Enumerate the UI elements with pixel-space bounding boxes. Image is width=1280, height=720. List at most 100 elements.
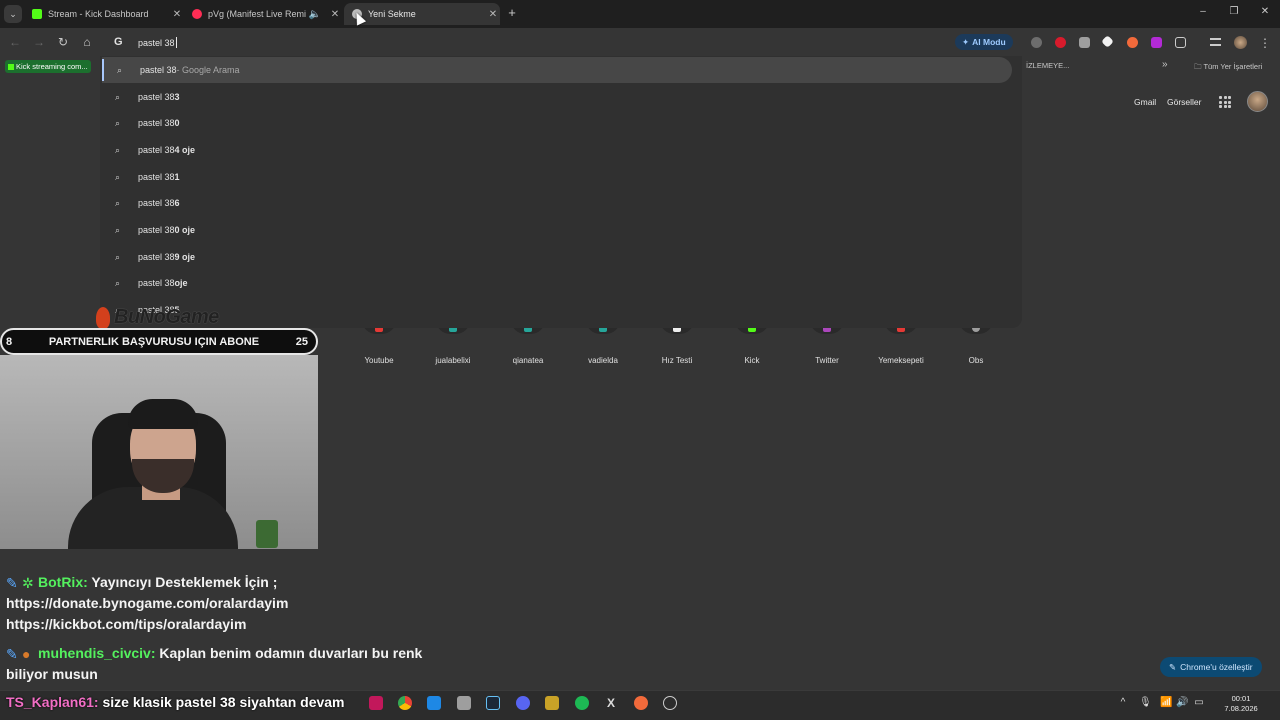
extension-icon[interactable] [1151, 37, 1162, 48]
tab-search-button[interactable]: ⌄ [4, 5, 22, 23]
suggestion-item[interactable]: ⌕ pastel 38 0 [100, 110, 1022, 136]
close-icon[interactable]: ✕ [328, 9, 342, 20]
search-icon: ⌕ [115, 145, 121, 155]
omnibox-input[interactable]: pastel 38 [138, 37, 177, 48]
search-icon: ⌕ [115, 252, 121, 262]
suggestion-item[interactable]: ⌕ pastel 38 0 oje [100, 217, 1022, 243]
music-icon [192, 9, 202, 19]
discord-icon[interactable] [516, 696, 530, 710]
gmail-link[interactable]: Gmail [1134, 97, 1156, 107]
suggestion-item[interactable]: ⌕ pastel 38 9 oje [100, 244, 1022, 270]
app-icon[interactable] [457, 696, 471, 710]
volume-icon[interactable]: 🔊 [1176, 697, 1188, 709]
wifi-icon[interactable]: 📶 [1160, 697, 1172, 709]
goal-message: PARTNERLIK BAŞVURUSU IÇIN ABONE [48, 335, 260, 348]
close-window-button[interactable]: ✕ [1258, 6, 1272, 17]
steam-icon[interactable] [486, 696, 500, 710]
chat-username: muhendis_civciv: [38, 645, 156, 661]
search-icon: ⌕ [115, 198, 121, 208]
ai-mode-button[interactable]: ✦ AI Modu [955, 34, 1013, 50]
suggestion-text: pastel 38 [138, 225, 175, 235]
shortcut-label: jualabelixi [435, 356, 471, 365]
profile-avatar-icon[interactable] [1234, 36, 1247, 49]
bookmark-kick[interactable]: Kick streaming com... [5, 60, 91, 73]
puzzle-icon[interactable] [1175, 37, 1186, 48]
restore-button[interactable]: ❐ [1227, 6, 1241, 17]
bookmarks-overflow-button[interactable]: » [1162, 59, 1168, 70]
chat-text: size klasik pastel 38 siyahtan devam [98, 694, 345, 710]
menu-dots-icon[interactable]: ⋮ [1257, 35, 1273, 51]
close-icon[interactable]: ✕ [170, 9, 184, 20]
suggestion-item[interactable]: ⌕ pastel 38 - Google Arama [102, 57, 1012, 83]
search-icon: ⌕ [117, 65, 123, 75]
partner-goal-bar: 8 PARTNERLIK BAŞVURUSU IÇIN ABONE 25 [0, 328, 318, 355]
extension-icon[interactable] [1079, 37, 1090, 48]
tray-expand-icon[interactable]: ^ [1117, 697, 1129, 709]
clock-time: 00:01 [1231, 694, 1251, 703]
extension-icon[interactable] [1127, 37, 1138, 48]
suggestion-completion: 1 [174, 172, 180, 182]
extension-icon[interactable] [1031, 37, 1042, 48]
extension-icon[interactable] [1101, 35, 1114, 48]
spotify-icon[interactable] [575, 696, 589, 710]
reading-list-icon[interactable] [1210, 38, 1221, 46]
tab-music[interactable]: pVg (Manifest Live Remix) | 🔈 ✕ [184, 3, 342, 25]
google-apps-icon[interactable] [1219, 96, 1231, 108]
bookmark-izleme[interactable]: İZLEMEYE... [1026, 61, 1069, 70]
extension-icon[interactable] [1055, 37, 1066, 48]
search-icon: ⌕ [115, 172, 121, 182]
suggestion-text: pastel 38 [138, 172, 175, 182]
explorer-icon[interactable] [427, 696, 441, 710]
pencil-icon: ✎ [1169, 661, 1177, 672]
app-icon[interactable] [634, 696, 648, 710]
chat-text: Kaplan benim odamın duvarları bu renk [155, 645, 423, 661]
suggestion-completion: 9 oje [174, 252, 196, 262]
suggestion-item[interactable]: ⌕ pastel 38 4 oje [100, 137, 1022, 163]
images-link[interactable]: Görseller [1167, 97, 1201, 107]
customize-chrome-button[interactable]: ✎ Chrome'u özelleştir [1160, 657, 1262, 677]
instagram-icon[interactable] [369, 696, 383, 710]
suggestion-item[interactable]: ⌕ pastel 38 oje [100, 270, 1022, 296]
selection-indicator [102, 59, 104, 81]
sparkle-search-icon: ✦ [962, 36, 970, 47]
suggestion-item[interactable]: ⌕ pastel 38 1 [100, 164, 1022, 190]
goal-target: 25 [295, 335, 308, 348]
all-bookmarks-label: Tüm Yer İşaretleri [1203, 62, 1263, 71]
all-bookmarks-button[interactable]: 🗀 Tüm Yer İşaretleri [1194, 61, 1262, 74]
home-button[interactable]: ⌂ [79, 34, 95, 50]
chat-ticker: TS_Kaplan61: size klasik pastel 38 siyah… [6, 694, 345, 710]
chrome-taskbar-icon[interactable] [398, 696, 412, 710]
shortcut-label: Obs [968, 356, 984, 365]
system-clock[interactable]: 00:01 7.08.2026 [1214, 694, 1268, 714]
forward-button[interactable]: → [31, 34, 47, 50]
x-icon[interactable]: X [605, 697, 617, 709]
speaker-icon[interactable]: 🔈 [308, 9, 322, 20]
minimize-button[interactable]: – [1196, 6, 1210, 17]
streamer-hair [128, 399, 198, 429]
suggestion-item[interactable]: ⌕ pastel 38 6 [100, 190, 1022, 216]
chat-message-line: https://donate.bynogame.com/oralardayim [6, 595, 289, 611]
suggestion-item[interactable]: ⌕ pastel 38 3 [100, 84, 1022, 110]
app-icon[interactable] [545, 696, 559, 710]
avatar-badge-icon: ● [22, 646, 31, 662]
suggestion-item[interactable]: ⌕ pastel 38 5 [100, 297, 1022, 323]
reload-button[interactable]: ↻ [55, 34, 71, 50]
new-tab-button[interactable]: + [505, 5, 519, 20]
chat-message: ✎ ✲ BotRix: Yayıncıyı Desteklemek İçin ; [6, 574, 277, 591]
battery-icon[interactable]: ▭ [1193, 697, 1205, 709]
kick-icon [32, 9, 42, 19]
search-icon: ⌕ [115, 92, 121, 102]
tab-strip: ⌄ Stream - Kick Dashboard ✕ pVg (Manifes… [0, 0, 1280, 28]
back-button[interactable]: ← [7, 34, 23, 50]
account-avatar[interactable] [1247, 91, 1268, 112]
shortcut-label: qianatea [512, 356, 544, 365]
suggestion-completion: oje [174, 278, 188, 288]
omnibox-text: pastel 38 [138, 38, 175, 48]
tab-kick-dashboard[interactable]: Stream - Kick Dashboard ✕ [24, 3, 184, 25]
obs-icon[interactable] [663, 696, 677, 710]
tab-new-tab[interactable]: Yeni Sekme ✕ [344, 3, 500, 25]
microphone-icon[interactable]: 🎙 [1139, 697, 1152, 709]
forward-arrow-icon: → [33, 35, 45, 49]
tab-title: Yeni Sekme [368, 9, 416, 19]
close-icon[interactable]: ✕ [486, 9, 500, 20]
